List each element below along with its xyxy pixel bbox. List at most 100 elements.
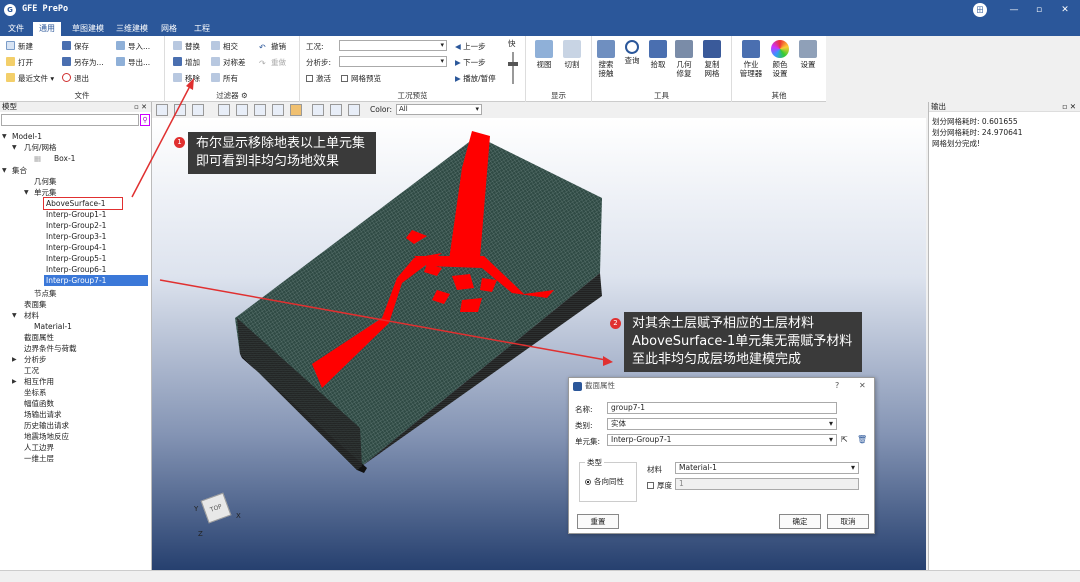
tree-node[interactable]: Interp-Group1-1 [46,209,106,220]
query-button[interactable]: 查询 [618,40,646,65]
pick-face-icon[interactable] [254,104,266,116]
tree-node[interactable]: 几何集 [34,176,57,187]
undo-button[interactable]: ↶ 撤销 [259,41,286,53]
collapse-arrow-icon[interactable]: ▶ [12,354,17,365]
tree-node[interactable]: 一维土层 [24,453,54,464]
save-as-button[interactable]: 另存为... [62,57,104,69]
tree-node[interactable]: 集合 [12,165,27,176]
tree-node[interactable]: 几何/网格 [24,142,57,153]
mesh-preview-checkbox[interactable]: 网格预览 [341,73,381,85]
panel-pin-close-icon[interactable]: ▫ ✕ [1062,102,1076,112]
tree-node[interactable]: 节点集 [34,288,57,299]
exit-button[interactable]: 退出 [62,73,89,85]
cancel-button[interactable]: 取消 [827,514,869,529]
tree-node[interactable]: Material-1 [34,321,72,332]
tree-node-selected[interactable]: Interp-Group7-1 [44,275,148,286]
remove-button[interactable]: 移除 [173,73,200,85]
show-solid-icon[interactable] [348,104,360,116]
play-pause-button[interactable]: ▶ 播放/暂停 [455,73,496,85]
all-button[interactable]: 所有 [211,73,238,85]
tree-node[interactable]: 坐标系 [24,387,47,398]
tree-node[interactable]: 历史输出请求 [24,420,69,431]
export-button[interactable]: 导出... [116,57,150,69]
copy-mesh-button[interactable]: 复制 网格 [698,40,726,78]
tree-node[interactable]: 场输出请求 [24,409,62,420]
filter-icon[interactable]: ⚲ [140,114,150,126]
pick-button[interactable]: 拾取 [644,40,672,69]
next-step-button[interactable]: ▶ 下一步 [455,57,486,69]
tree-node[interactable]: 幅值函数 [24,398,54,409]
tree-node[interactable]: 截面属性 [24,332,54,343]
tree-node[interactable]: 边界条件与荷载 [24,343,77,354]
tree-node[interactable]: 地震场地反应 [24,431,69,442]
geometry-repair-button[interactable]: 几何 修复 [670,40,698,78]
name-field[interactable]: group7-1 [607,402,837,414]
add-button[interactable]: 增加 [173,57,200,69]
pan-icon[interactable] [192,104,204,116]
tree-node[interactable]: Interp-Group2-1 [46,220,106,231]
tree-node[interactable]: Box-1 [54,153,75,164]
pointer-icon[interactable] [174,104,186,116]
pick-edge-icon[interactable] [272,104,284,116]
expand-arrow-icon[interactable]: ▼ [24,187,29,198]
tree-node[interactable]: Interp-Group3-1 [46,231,106,242]
tab-sketch[interactable]: 草图建模 [66,22,110,36]
isotropic-radio[interactable]: 各向同性 [585,476,624,487]
activate-checkbox[interactable]: 激活 [306,73,331,85]
sym-diff-button[interactable]: 对称差 [211,57,246,69]
filter-settings-icon[interactable]: ⚙ [241,91,248,100]
new-button[interactable]: 新建 [6,41,33,53]
tab-general[interactable]: 通用 [33,22,61,36]
minimize-icon[interactable]: — [1005,3,1023,17]
search-contact-button[interactable]: 搜索 接触 [592,40,620,78]
color-select[interactable]: All [396,104,482,115]
speed-slider-handle[interactable] [508,62,518,66]
panel-pin-close-icon[interactable]: ▫ ✕ [134,102,147,112]
pick-element-icon[interactable] [236,104,248,116]
expand-arrow-icon[interactable]: ▼ [12,142,17,153]
intersect-button[interactable]: 相交 [211,41,238,53]
pick-solid-icon[interactable] [290,104,302,116]
tree-node[interactable]: 单元集 [34,187,57,198]
tree-node[interactable]: Interp-Group4-1 [46,242,106,253]
tree-node-highlighted[interactable]: AboveSurface-1 [43,197,123,210]
tree-node[interactable]: 表面集 [24,299,47,310]
thickness-field[interactable]: 1 [675,478,859,490]
type-select[interactable]: 实体 [607,418,837,430]
user-avatar[interactable]: 田 [973,3,987,17]
tree-node[interactable]: Interp-Group6-1 [46,264,106,275]
tab-3d-model[interactable]: 三维建模 [110,22,154,36]
tab-project[interactable]: 工程 [188,22,216,36]
cut-button[interactable]: 切割 [558,40,586,69]
expand-arrow-icon[interactable]: ▼ [2,131,7,142]
tree-node[interactable]: 相互作用 [24,376,54,387]
prev-step-button[interactable]: ◀ 上一步 [455,41,486,53]
tree-node[interactable]: Interp-Group5-1 [46,253,106,264]
material-select[interactable]: Material-1 [675,462,859,474]
import-button[interactable]: 导入... [116,41,150,53]
speed-slider[interactable] [512,52,514,84]
show-mesh-icon[interactable] [312,104,324,116]
close-icon[interactable]: ✕ [859,381,866,390]
close-icon[interactable]: ✕ [1056,3,1074,17]
settings-button[interactable]: 设置 [794,40,822,69]
case-select[interactable] [339,40,447,51]
element-set-select[interactable]: Interp-Group7-1 [607,434,837,446]
trash-icon[interactable]: 🗑 [857,435,867,444]
job-manager-button[interactable]: 作业 管理器 [736,40,766,78]
pick-node-icon[interactable] [218,104,230,116]
ok-button[interactable]: 确定 [779,514,821,529]
tree-node[interactable]: 人工边界 [24,442,54,453]
tree-node[interactable]: Model-1 [12,131,42,142]
step-select[interactable] [339,56,447,67]
view-button[interactable]: 视图 [530,40,558,69]
recent-files-button[interactable]: 最近文件 ▾ [6,73,54,85]
expand-arrow-icon[interactable]: ▼ [2,165,7,176]
replace-button[interactable]: 替换 [173,41,200,53]
tree-node[interactable]: 材料 [24,310,39,321]
pick-cursor-icon[interactable]: ⇱ [841,435,848,444]
collapse-arrow-icon[interactable]: ▶ [12,376,17,387]
help-icon[interactable]: ? [835,381,839,390]
select-box-icon[interactable] [156,104,168,116]
reset-button[interactable]: 重置 [577,514,619,529]
